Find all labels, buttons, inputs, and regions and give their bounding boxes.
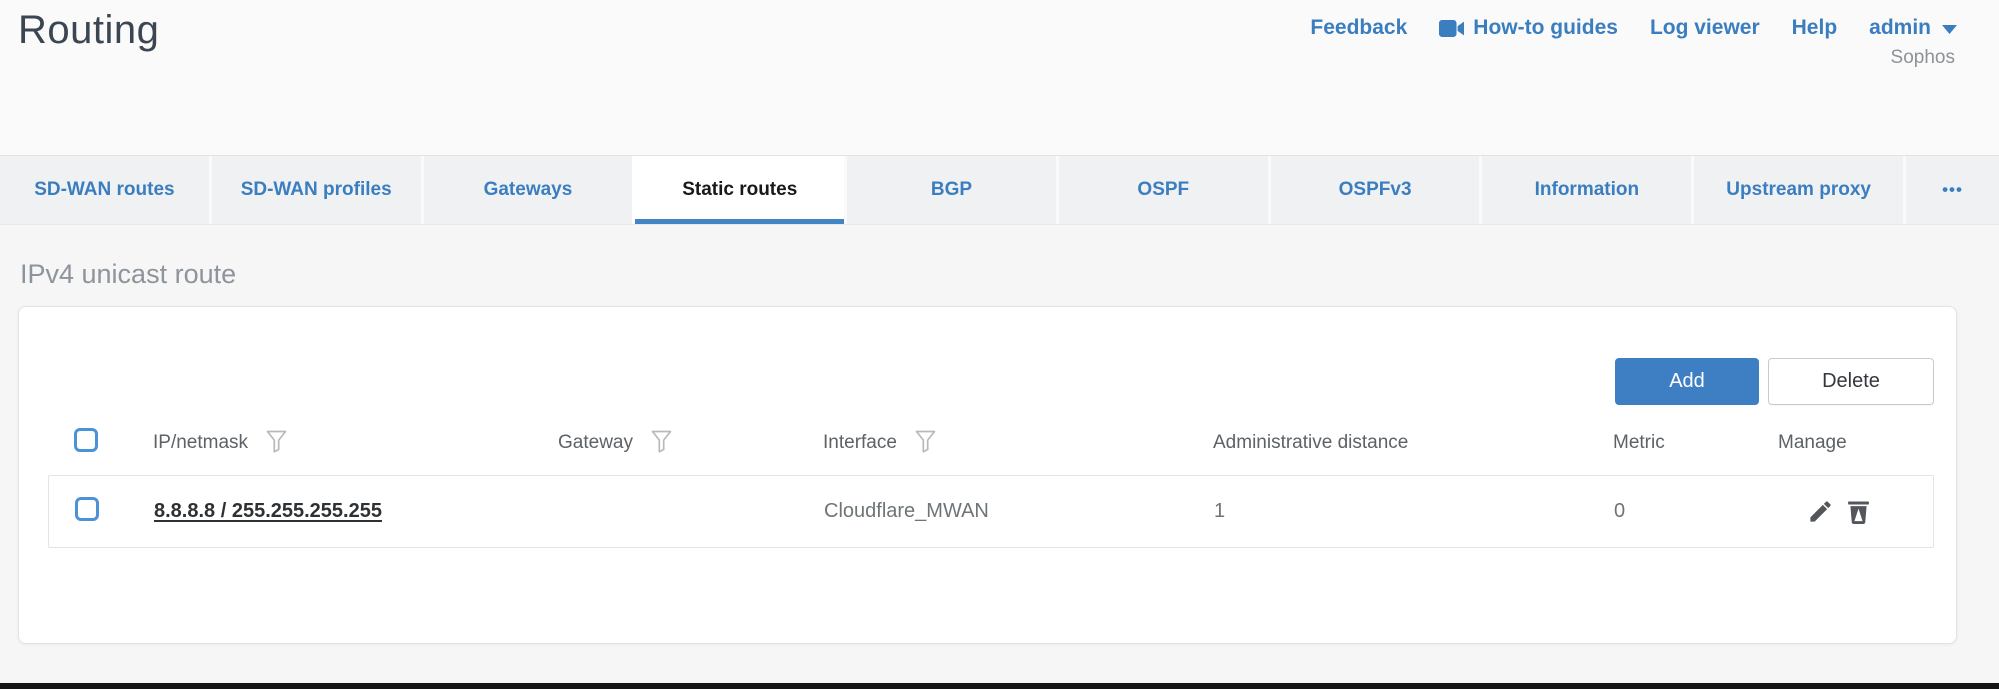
- tab-label: Gateways: [484, 179, 573, 201]
- column-label: Gateway: [558, 432, 633, 454]
- page-header: Routing Feedback How-to guides Log viewe…: [0, 0, 1999, 155]
- trash-icon[interactable]: [1846, 498, 1871, 525]
- tab-label: BGP: [931, 179, 972, 201]
- tab-label: Information: [1535, 179, 1640, 201]
- table-toolbar: Add Delete: [19, 307, 1956, 405]
- static-routes-panel: Add Delete IP/netmask Gateway: [18, 306, 1957, 644]
- tab-information[interactable]: Information: [1479, 156, 1691, 224]
- table-header-row: IP/netmask Gateway Interface: [48, 421, 1934, 465]
- route-administrative-distance-value: 1: [1214, 500, 1614, 523]
- tab-bgp[interactable]: BGP: [844, 156, 1056, 224]
- admin-user-label: admin: [1869, 16, 1931, 40]
- video-camera-icon: [1439, 20, 1464, 37]
- screen-bottom-edge: [0, 683, 1999, 689]
- column-header-interface: Interface: [823, 427, 1213, 459]
- route-metric-value: 0: [1614, 500, 1779, 523]
- tab-gateways[interactable]: Gateways: [421, 156, 633, 224]
- log-viewer-link[interactable]: Log viewer: [1650, 16, 1760, 40]
- tab-ospf[interactable]: OSPF: [1056, 156, 1268, 224]
- feedback-link[interactable]: Feedback: [1310, 16, 1407, 40]
- top-nav: Feedback How-to guides Log viewer Help a…: [1310, 0, 1999, 155]
- column-header-administrative-distance: Administrative distance: [1213, 432, 1613, 454]
- howto-guides-link[interactable]: How-to guides: [1439, 16, 1618, 40]
- tab-bar: SD-WAN routes SD-WAN profiles Gateways S…: [0, 155, 1999, 225]
- tab-ospfv3[interactable]: OSPFv3: [1268, 156, 1480, 224]
- brand-label: Sophos: [1310, 47, 1957, 69]
- add-button[interactable]: Add: [1615, 358, 1759, 405]
- routing-page: Routing Feedback How-to guides Log viewe…: [0, 0, 1999, 689]
- route-manage-cell: [1779, 498, 1933, 525]
- tab-sd-wan-profiles[interactable]: SD-WAN profiles: [209, 156, 421, 224]
- tab-label: OSPF: [1137, 179, 1189, 201]
- chevron-down-icon: [1942, 16, 1957, 40]
- more-tabs-ellipsis-icon: •••: [1942, 180, 1963, 200]
- delete-button[interactable]: Delete: [1768, 358, 1934, 405]
- filter-funnel-icon[interactable]: [651, 430, 672, 459]
- column-header-gateway: Gateway: [558, 427, 823, 459]
- tab-label: SD-WAN profiles: [241, 179, 392, 201]
- row-checkbox[interactable]: [75, 497, 99, 521]
- tab-label: SD-WAN routes: [34, 179, 174, 201]
- select-all-checkbox[interactable]: [74, 428, 98, 452]
- page-title: Routing: [18, 8, 159, 155]
- column-header-metric: Metric: [1613, 432, 1778, 454]
- filter-funnel-icon[interactable]: [915, 430, 936, 459]
- column-label: IP/netmask: [153, 432, 248, 454]
- tab-label: Static routes: [682, 179, 797, 201]
- help-link[interactable]: Help: [1792, 16, 1838, 40]
- content-area: IPv4 unicast route Add Delete IP/netmask…: [0, 225, 1999, 644]
- tab-label: OSPFv3: [1339, 179, 1412, 201]
- howto-guides-label: How-to guides: [1473, 16, 1618, 40]
- column-label: Interface: [823, 432, 897, 454]
- route-interface-value: Cloudflare_MWAN: [824, 500, 1214, 523]
- tab-upstream-proxy[interactable]: Upstream proxy: [1691, 156, 1903, 224]
- tab-more-menu[interactable]: •••: [1903, 156, 1999, 224]
- tab-label: Upstream proxy: [1726, 179, 1871, 201]
- section-heading: IPv4 unicast route: [20, 259, 1957, 290]
- table-row: 8.8.8.8 / 255.255.255.255 Cloudflare_MWA…: [48, 475, 1934, 548]
- route-ip-netmask-link[interactable]: 8.8.8.8 / 255.255.255.255: [154, 500, 382, 522]
- column-header-manage: Manage: [1778, 432, 1934, 454]
- tab-sd-wan-routes[interactable]: SD-WAN routes: [0, 156, 209, 224]
- tab-static-routes[interactable]: Static routes: [632, 156, 844, 224]
- column-header-ip-netmask: IP/netmask: [153, 427, 558, 459]
- pencil-icon[interactable]: [1807, 498, 1834, 525]
- admin-user-menu[interactable]: admin: [1869, 16, 1957, 40]
- filter-funnel-icon[interactable]: [266, 430, 287, 459]
